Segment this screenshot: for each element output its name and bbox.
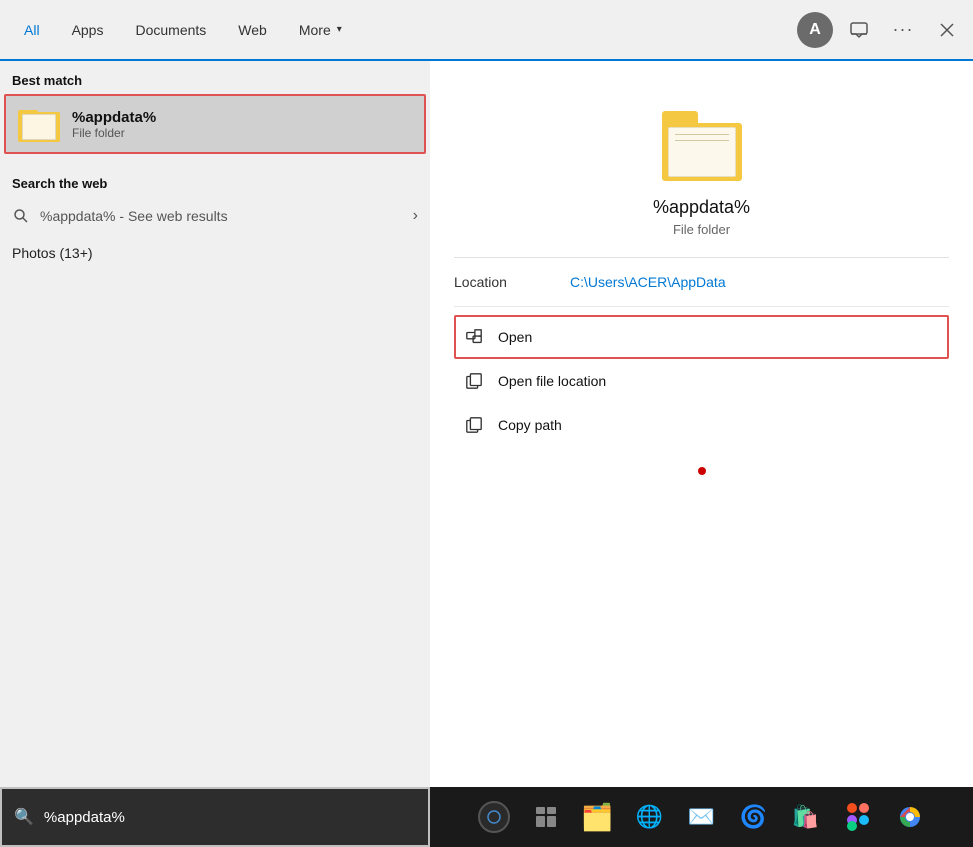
best-match-label: Best match xyxy=(0,61,430,94)
action-open-file-location[interactable]: Open file location xyxy=(454,359,949,403)
nav-tabs: All Apps Documents Web More ▾ xyxy=(8,0,797,59)
file-explorer-button[interactable]: 🗂️ xyxy=(576,795,620,839)
action-open-label: Open xyxy=(498,329,532,345)
file-explorer-icon: 🗂️ xyxy=(581,802,613,833)
top-bar: All Apps Documents Web More ▾ A ··· xyxy=(0,0,973,61)
copy-path-icon xyxy=(464,415,484,435)
search-web-label: Search the web xyxy=(0,164,430,197)
main-area: Best match %appdata% File folder Search … xyxy=(0,61,973,787)
search-icon xyxy=(12,207,30,225)
best-match-name: %appdata% xyxy=(72,109,156,126)
right-panel: %appdata% File folder Location C:\Users\… xyxy=(430,61,973,787)
edge-button[interactable]: 🌀 xyxy=(732,795,776,839)
best-match-type: File folder xyxy=(72,126,156,140)
figma-button[interactable] xyxy=(836,795,880,839)
preview-name: %appdata% xyxy=(653,197,750,218)
top-bar-actions: A ··· xyxy=(797,12,965,48)
search-web-text: %appdata% - See web results xyxy=(40,208,228,224)
preview-type: File folder xyxy=(673,222,730,237)
action-open-file-location-label: Open file location xyxy=(498,373,606,389)
photos-item[interactable]: Photos (13+) xyxy=(0,235,430,273)
left-panel: Best match %appdata% File folder Search … xyxy=(0,61,430,787)
more-options-icon[interactable]: ··· xyxy=(885,12,921,48)
taskbar-icons: 🗂️ 🌐 ✉️ 🌀 🛍️ xyxy=(430,795,973,839)
taskbar-search-icon: 🔍 xyxy=(14,807,34,827)
internet-icon: 🌐 xyxy=(636,804,663,830)
folder-preview-icon xyxy=(662,111,742,181)
action-copy-path[interactable]: Copy path xyxy=(454,403,949,447)
figma-icon xyxy=(847,803,869,831)
folder-icon xyxy=(18,106,60,142)
search-input[interactable] xyxy=(44,809,416,826)
feedback-icon[interactable] xyxy=(841,12,877,48)
location-label: Location xyxy=(454,274,554,290)
chevron-down-icon: ▾ xyxy=(337,24,342,35)
chevron-right-icon: › xyxy=(413,207,418,225)
photos-label: Photos (13+) xyxy=(12,245,93,261)
store-icon: 🛍️ xyxy=(792,804,819,830)
red-dot xyxy=(698,467,706,475)
location-link[interactable]: C:\Users\ACER\AppData xyxy=(570,274,726,290)
file-preview: %appdata% File folder xyxy=(454,81,949,258)
task-view-button[interactable] xyxy=(524,795,568,839)
cortana-icon xyxy=(478,801,510,833)
action-open[interactable]: Open xyxy=(454,315,949,359)
best-match-item[interactable]: %appdata% File folder xyxy=(4,94,426,154)
action-copy-path-label: Copy path xyxy=(498,417,562,433)
open-file-location-icon xyxy=(464,371,484,391)
chrome-icon xyxy=(898,805,922,829)
close-icon[interactable] xyxy=(929,12,965,48)
chrome-button[interactable] xyxy=(888,795,932,839)
tab-apps[interactable]: Apps xyxy=(56,0,120,59)
task-view-icon xyxy=(535,806,557,828)
tab-documents[interactable]: Documents xyxy=(119,0,222,59)
tab-web[interactable]: Web xyxy=(222,0,283,59)
avatar[interactable]: A xyxy=(797,12,833,48)
location-row: Location C:\Users\ACER\AppData xyxy=(454,258,949,307)
cortana-button[interactable] xyxy=(472,795,516,839)
store-button[interactable]: 🛍️ xyxy=(784,795,828,839)
taskbar: 🔍 🗂️ 🌐 ✉️ xyxy=(0,787,973,847)
tab-more[interactable]: More ▾ xyxy=(283,0,358,59)
search-box[interactable]: 🔍 xyxy=(0,787,430,847)
open-icon xyxy=(464,327,484,347)
mail-icon: ✉️ xyxy=(688,804,715,830)
action-list: Open Open file location xyxy=(454,315,949,447)
internet-button[interactable]: 🌐 xyxy=(628,795,672,839)
edge-icon: 🌀 xyxy=(740,804,767,830)
tab-all[interactable]: All xyxy=(8,0,56,59)
search-web-item[interactable]: %appdata% - See web results › xyxy=(0,197,430,235)
mail-button[interactable]: ✉️ xyxy=(680,795,724,839)
